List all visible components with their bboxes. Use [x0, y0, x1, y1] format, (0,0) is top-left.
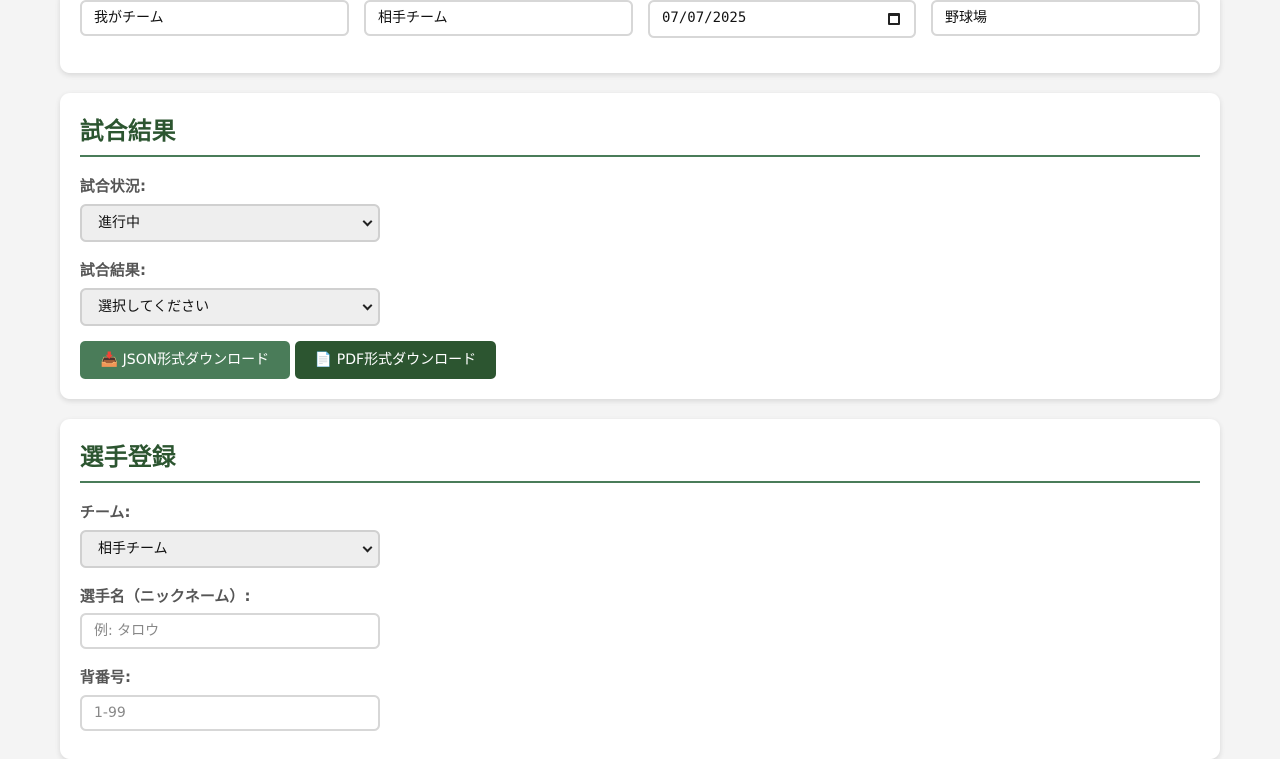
away-team-input[interactable]: 相手チーム: [364, 0, 633, 36]
date-input[interactable]: 07/07/2025: [648, 0, 916, 38]
chevron-down-icon: [362, 300, 373, 311]
status-select-value: 進行中: [98, 215, 140, 231]
result-select-value: 選択してください: [98, 299, 210, 315]
result-label: 試合結果:: [80, 261, 146, 279]
team-label: チーム:: [80, 503, 131, 521]
status-select[interactable]: 進行中: [80, 204, 380, 242]
date-value: 07/07/2025: [662, 10, 747, 26]
chevron-down-icon: [362, 542, 373, 553]
player-name-placeholder: 例: タロウ: [94, 623, 160, 639]
calendar-icon[interactable]: [888, 13, 900, 25]
player-registration-card: 選手登録 チーム: 相手チーム 選手名（ニックネーム）: 例: タロウ 背番号:…: [60, 419, 1220, 759]
number-label: 背番号:: [80, 668, 131, 686]
pdf-download-button[interactable]: 📄 PDF形式ダウンロード: [295, 341, 496, 379]
number-placeholder: 1-99: [94, 705, 126, 721]
status-label: 試合状況:: [80, 177, 146, 195]
team-select[interactable]: 相手チーム: [80, 530, 380, 568]
match-result-card: 試合結果 試合状況: 進行中 試合結果: 選択してください 📥 JSON形式ダウ…: [60, 93, 1220, 399]
chevron-down-icon: [362, 216, 373, 227]
player-name-input[interactable]: 例: タロウ: [80, 613, 380, 649]
team-select-value: 相手チーム: [98, 541, 168, 557]
section-title-result: 試合結果: [80, 115, 1200, 157]
json-download-button[interactable]: 📥 JSON形式ダウンロード: [80, 341, 290, 379]
home-team-input[interactable]: 我がチーム: [80, 0, 349, 36]
match-info-card: 我がチーム 相手チーム 07/07/2025 野球場: [60, 0, 1220, 73]
player-name-label: 選手名（ニックネーム）:: [80, 587, 251, 605]
result-select[interactable]: 選択してください: [80, 288, 380, 326]
section-title-player: 選手登録: [80, 441, 1200, 483]
venue-input[interactable]: 野球場: [931, 0, 1200, 36]
number-input[interactable]: 1-99: [80, 695, 380, 731]
